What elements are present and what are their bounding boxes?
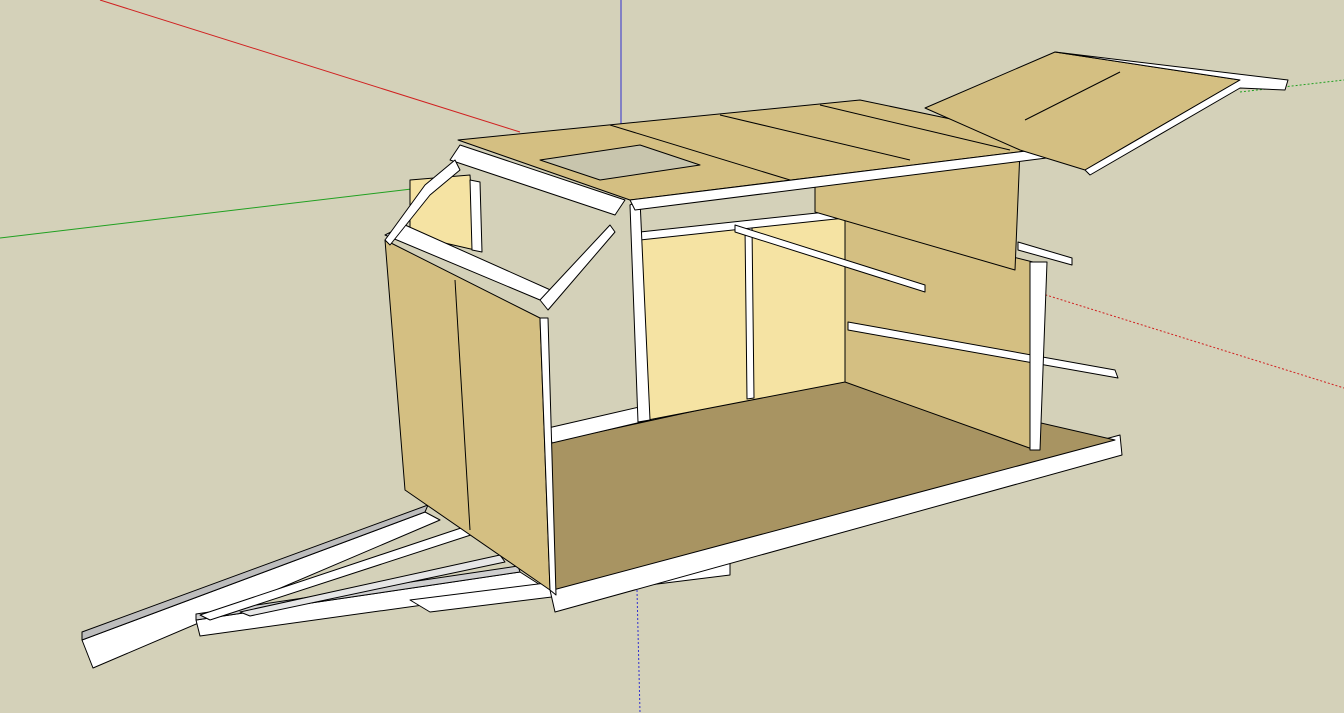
back-wall-stud-face <box>744 225 755 400</box>
right-wall-edge-stud <box>1029 261 1048 451</box>
modeling-viewport[interactable] <box>0 0 1344 713</box>
green-axis-solid <box>0 187 421 239</box>
scene-canvas[interactable] <box>0 0 1344 713</box>
front-wall-slope-beam <box>539 224 616 311</box>
front-wall-window-frame <box>469 179 483 253</box>
red-axis-solid <box>99 0 521 133</box>
blue-axis-dotted <box>636 589 641 713</box>
red-axis-dotted <box>1029 289 1344 389</box>
